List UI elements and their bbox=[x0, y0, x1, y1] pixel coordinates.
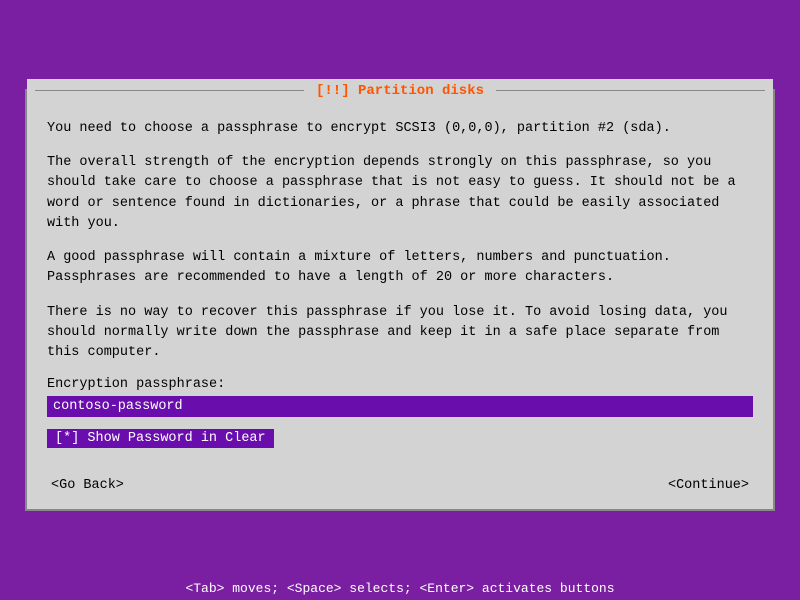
dialog-content: You need to choose a passphrase to encry… bbox=[27, 103, 773, 465]
passphrase-input-row bbox=[47, 396, 753, 417]
show-password-button-wrapper: [*] Show Password in Clear bbox=[47, 425, 753, 448]
show-password-button[interactable]: [*] Show Password in Clear bbox=[47, 429, 274, 448]
dialog-box: [!!] Partition disks You need to choose … bbox=[25, 89, 775, 512]
title-line-right bbox=[496, 90, 765, 91]
paragraph-2: The overall strength of the encryption d… bbox=[47, 153, 753, 234]
paragraph-3: A good passphrase will contain a mixture… bbox=[47, 248, 753, 289]
status-bar: <Tab> moves; <Space> selects; <Enter> ac… bbox=[0, 577, 800, 600]
paragraph-4: There is no way to recover this passphra… bbox=[47, 303, 753, 364]
dialog-title-bar: [!!] Partition disks bbox=[27, 79, 773, 103]
title-line-left bbox=[35, 90, 304, 91]
passphrase-input[interactable] bbox=[47, 396, 753, 417]
buttons-row: <Go Back> <Continue> bbox=[27, 464, 773, 509]
screen: [!!] Partition disks You need to choose … bbox=[0, 0, 800, 600]
paragraph-1: You need to choose a passphrase to encry… bbox=[47, 119, 753, 139]
go-back-button[interactable]: <Go Back> bbox=[47, 476, 128, 495]
continue-button[interactable]: <Continue> bbox=[664, 476, 753, 495]
encryption-label: Encryption passphrase: bbox=[47, 377, 753, 392]
dialog-title: [!!] Partition disks bbox=[312, 83, 488, 99]
